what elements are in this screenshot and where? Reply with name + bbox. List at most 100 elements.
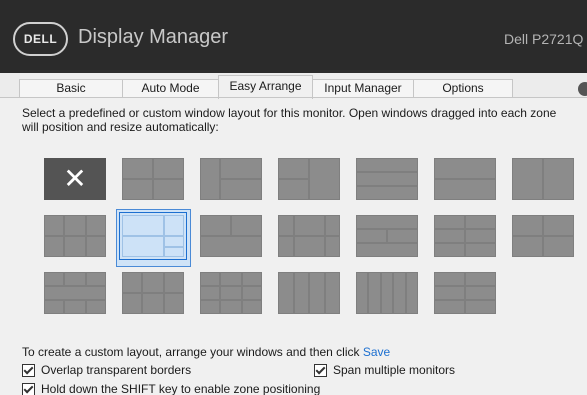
layout-zone — [357, 187, 417, 199]
layout-zone — [435, 286, 464, 300]
layout-zone — [86, 273, 105, 285]
layout-zone — [294, 273, 308, 313]
tab-bar: Basic Auto Mode Easy Arrange Input Manag… — [0, 73, 587, 99]
tab-basic[interactable]: Basic — [19, 79, 123, 98]
layout-zone — [279, 159, 308, 178]
layout-zone — [123, 216, 163, 235]
overlap-borders-option[interactable]: Overlap transparent borders — [22, 363, 191, 377]
layout-zone — [45, 301, 64, 313]
span-label: Span multiple monitors — [333, 363, 456, 377]
layout-option[interactable] — [434, 215, 496, 257]
layout-zone — [325, 216, 339, 235]
layout-option[interactable] — [200, 272, 262, 314]
overlap-label: Overlap transparent borders — [41, 363, 192, 377]
layout-zone — [45, 273, 64, 285]
layout-zone — [65, 216, 85, 235]
save-link[interactable]: Save — [363, 345, 390, 359]
layout-zone — [279, 273, 293, 313]
layout-zone — [279, 180, 308, 199]
layout-zone — [143, 273, 163, 292]
layout-zone — [164, 247, 183, 256]
layout-zone — [154, 159, 183, 178]
layout-option[interactable] — [512, 215, 574, 257]
layout-option[interactable] — [278, 272, 340, 314]
layout-option[interactable] — [44, 272, 106, 314]
layout-option[interactable] — [512, 158, 574, 200]
layout-zone — [242, 273, 261, 285]
app-title: Display Manager — [78, 26, 229, 48]
layout-zone — [242, 301, 261, 313]
shift-label: Hold down the SHIFT key to enable zone p… — [41, 382, 321, 395]
layout-zone — [466, 244, 495, 256]
layout-zone — [357, 244, 417, 256]
layout-zone — [123, 237, 163, 256]
layout-zone — [435, 216, 464, 228]
shift-positioning-option[interactable]: Hold down the SHIFT key to enable zone p… — [22, 382, 320, 395]
layout-option[interactable] — [200, 158, 262, 200]
monitor-selector[interactable]: Dell P2721Q — [504, 31, 583, 47]
layout-option[interactable] — [278, 158, 340, 200]
dell-logo-icon: DELL — [13, 22, 68, 56]
overlap-checkbox[interactable] — [22, 363, 35, 377]
layout-zone — [221, 273, 241, 285]
check-mark-icon — [23, 383, 34, 393]
layout-zone — [544, 237, 573, 256]
layout-zone — [86, 301, 105, 313]
layout-zone — [164, 294, 183, 313]
tab-easy-arrange[interactable]: Easy Arrange — [218, 75, 313, 99]
layout-zone — [435, 273, 464, 285]
layout-zone — [466, 273, 495, 285]
tab-auto-mode[interactable]: Auto Mode — [122, 79, 219, 98]
layout-zone — [466, 216, 495, 228]
layout-option[interactable] — [119, 212, 187, 260]
layout-zone — [357, 229, 386, 243]
layout-option[interactable] — [200, 215, 262, 257]
layout-zone — [45, 237, 64, 256]
layout-option[interactable] — [122, 158, 184, 200]
layout-zone — [357, 273, 368, 313]
layout-zone — [466, 286, 495, 300]
layout-zone — [201, 216, 230, 235]
tab-options[interactable]: Options — [413, 79, 513, 98]
layout-zone — [544, 216, 573, 235]
span-monitors-option[interactable]: Span multiple monitors — [314, 363, 455, 377]
layout-zone — [357, 216, 417, 228]
tab-divider — [0, 97, 587, 98]
layout-zone — [154, 180, 183, 199]
layout-zone — [435, 229, 464, 243]
layout-zone — [232, 216, 261, 235]
layout-zone — [164, 237, 183, 246]
layout-zone — [406, 273, 417, 313]
layout-option[interactable] — [278, 215, 340, 257]
layout-option[interactable] — [434, 158, 496, 200]
layout-option[interactable] — [434, 272, 496, 314]
span-checkbox[interactable] — [314, 363, 327, 377]
layout-zone — [357, 159, 417, 171]
layout-zone — [86, 237, 105, 256]
check-mark-icon — [23, 364, 34, 374]
layout-zone — [544, 159, 573, 199]
layout-zone — [65, 237, 85, 256]
layout-zone — [294, 237, 324, 256]
layout-zone — [310, 159, 339, 199]
shift-checkbox[interactable] — [22, 382, 35, 395]
custom-layout-text: To create a custom layout, arrange your … — [22, 345, 360, 359]
layout-zone — [201, 237, 261, 256]
layout-description: Select a predefined or custom window lay… — [22, 106, 557, 134]
layout-zone — [221, 180, 261, 199]
layout-zone — [123, 159, 152, 178]
help-icon[interactable] — [578, 82, 587, 96]
layout-zone — [435, 159, 495, 178]
tab-input-manager[interactable]: Input Manager — [312, 79, 414, 98]
layout-option[interactable] — [356, 158, 418, 200]
layout-option[interactable] — [122, 272, 184, 314]
layout-option[interactable] — [356, 272, 418, 314]
layout-zone — [45, 286, 105, 300]
layout-zone — [310, 273, 324, 313]
layout-zone — [513, 216, 542, 235]
layout-zone — [143, 294, 163, 313]
no-layout-option[interactable]: ✕ — [44, 158, 106, 200]
layout-zone — [201, 286, 220, 300]
layout-option[interactable] — [356, 215, 418, 257]
layout-option[interactable] — [44, 215, 106, 257]
